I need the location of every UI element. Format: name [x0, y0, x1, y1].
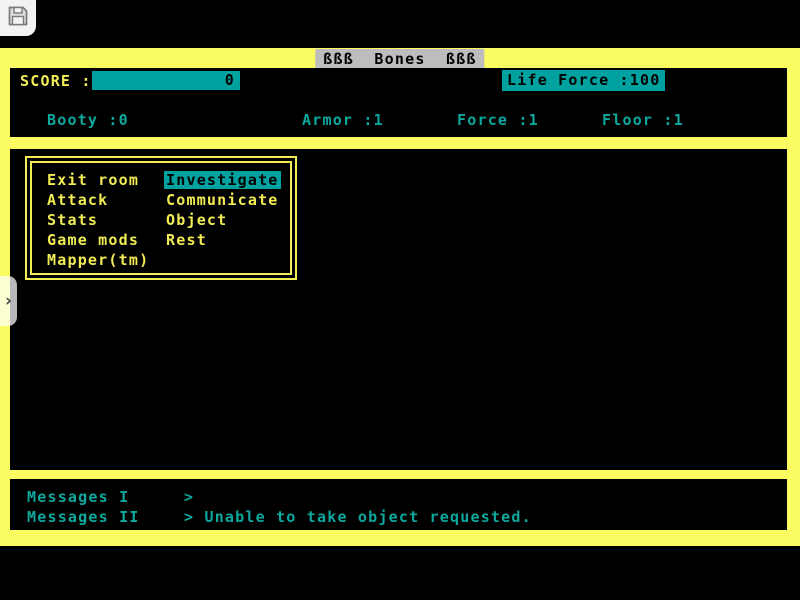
- menu-item-label: Communicate: [164, 191, 281, 209]
- score-label: SCORE :: [20, 72, 92, 90]
- menu-left-column: Exit room Attack Stats Game mods Mapper(…: [45, 171, 151, 271]
- menu-item-label: Rest: [164, 231, 209, 249]
- stat-force: Force :1: [457, 111, 539, 129]
- drawer-handle[interactable]: ›: [0, 276, 17, 326]
- menu-item-label: Attack: [45, 191, 110, 209]
- menu-item-object[interactable]: Object: [164, 211, 281, 231]
- menu-item-rest[interactable]: Rest: [164, 231, 281, 251]
- menu-right-column: Investigate Communicate Object Rest: [164, 171, 281, 251]
- game-title: ßßß Bones ßßß: [315, 49, 484, 70]
- messages-1-text: >: [184, 488, 194, 506]
- menu-item-mapper[interactable]: Mapper(tm): [45, 251, 151, 271]
- messages-2-text: > Unable to take object requested.: [184, 508, 532, 526]
- game-screen: ßßß Bones ßßß SCORE : 0 Life Force :100 …: [0, 48, 800, 546]
- menu-item-communicate[interactable]: Communicate: [164, 191, 281, 211]
- menu-item-label: Mapper(tm): [45, 251, 151, 269]
- menu-item-investigate[interactable]: Investigate: [164, 171, 281, 191]
- menu-item-label: Investigate: [164, 171, 281, 189]
- menu-item-label: Game mods: [45, 231, 141, 249]
- menu-item-attack[interactable]: Attack: [45, 191, 151, 211]
- stat-floor: Floor :1: [602, 111, 684, 129]
- messages-panel: Messages I > Messages II > Unable to tak…: [10, 479, 787, 530]
- status-panel: SCORE : 0 Life Force :100 Booty :0 Armor…: [10, 68, 787, 137]
- menu-item-game-mods[interactable]: Game mods: [45, 231, 151, 251]
- menu-item-label: Stats: [45, 211, 100, 229]
- message-row-1: Messages I >: [10, 488, 787, 508]
- menu-item-label: Exit room: [45, 171, 141, 189]
- save-button[interactable]: [0, 0, 36, 36]
- life-force-value: Life Force :100: [502, 70, 665, 91]
- stat-booty: Booty :0: [47, 111, 129, 129]
- menu-item-stats[interactable]: Stats: [45, 211, 151, 231]
- stat-armor: Armor :1: [302, 111, 384, 129]
- score-bar: 0: [92, 71, 240, 90]
- menu-item-exit-room[interactable]: Exit room: [45, 171, 151, 191]
- menu-item-label: Object: [164, 211, 229, 229]
- messages-2-label: Messages II: [27, 508, 140, 526]
- chevron-right-icon: ›: [5, 293, 12, 310]
- command-menu-inner: Exit room Attack Stats Game mods Mapper(…: [30, 161, 292, 275]
- main-panel: Exit room Attack Stats Game mods Mapper(…: [10, 149, 787, 470]
- message-row-2: Messages II > Unable to take object requ…: [10, 508, 787, 528]
- floppy-disk-icon: [6, 4, 30, 32]
- messages-1-label: Messages I: [27, 488, 129, 506]
- command-menu: Exit room Attack Stats Game mods Mapper(…: [25, 156, 297, 280]
